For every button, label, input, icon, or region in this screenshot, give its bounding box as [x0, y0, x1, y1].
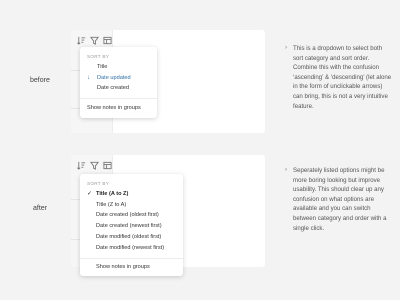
option-label: Title [97, 64, 108, 70]
sort-option-title-z-a[interactable]: Title (Z to A) [87, 201, 177, 210]
show-notes-in-groups[interactable]: Show notes in groups [87, 263, 177, 272]
filter-icon[interactable] [90, 161, 99, 170]
toolbar [77, 36, 112, 45]
option-label: Date created (newest first) [96, 223, 162, 229]
before-label: before [30, 77, 50, 84]
show-notes-in-groups[interactable]: Show notes in groups [87, 104, 151, 113]
option-label: Date created [97, 85, 130, 91]
option-label: Show notes in groups [96, 264, 150, 270]
sort-by-header: SORT BY [87, 181, 110, 186]
sort-icon[interactable] [77, 36, 86, 45]
filter-icon[interactable] [90, 36, 99, 45]
before-note-text: This is a dropdown to select both sort c… [293, 45, 392, 110]
sort-icon[interactable] [77, 161, 86, 170]
after-note: › Seperately listed options might be mor… [285, 166, 393, 233]
after-label: after [33, 205, 48, 212]
sort-option-created-oldest[interactable]: Date created (oldest first) [87, 211, 177, 220]
sort-option-created-newest[interactable]: Date created (newest first) [87, 222, 177, 231]
sort-by-header: SORT BY [87, 54, 110, 59]
sort-dropdown: SORT BY Title ↓ Date updated Date create… [80, 47, 157, 118]
sort-option-date-created[interactable]: Date created [87, 84, 151, 93]
option-label: Date updated [97, 75, 131, 81]
option-label: Show notes in groups [87, 105, 141, 111]
view-options-icon[interactable] [103, 36, 112, 45]
sort-option-modified-newest[interactable]: Date modified (newest first) [87, 244, 177, 253]
after-panel: SORT BY ✓ Title (A to Z) Title (Z to A) … [71, 155, 265, 276]
menu-divider [80, 98, 157, 99]
toolbar [77, 161, 112, 170]
sort-option-modified-oldest[interactable]: Date modified (oldest first) [87, 233, 177, 242]
before-panel: SORT BY Title ↓ Date updated Date create… [71, 30, 265, 133]
after-note-text: Seperately listed options might be more … [293, 167, 387, 232]
option-label: Title (A to Z) [96, 191, 129, 197]
sort-dropdown: SORT BY ✓ Title (A to Z) Title (Z to A) … [80, 174, 183, 276]
menu-divider [80, 258, 183, 259]
option-label: Date modified (newest first) [96, 245, 165, 251]
sort-option-date-updated[interactable]: ↓ Date updated [87, 74, 151, 83]
option-label: Title (Z to A) [96, 202, 127, 208]
arrow-down-icon: ↓ [87, 75, 90, 81]
option-label: Date created (oldest first) [96, 212, 159, 218]
check-icon: ✓ [87, 191, 93, 197]
sort-option-title-a-z[interactable]: ✓ Title (A to Z) [87, 190, 177, 199]
view-options-icon[interactable] [103, 161, 112, 170]
chevron-right-icon: › [285, 45, 287, 51]
sort-option-title[interactable]: Title [87, 63, 151, 72]
before-note: › This is a dropdown to select both sort… [285, 44, 393, 111]
chevron-right-icon: › [285, 167, 287, 173]
option-label: Date modified (oldest first) [96, 234, 162, 240]
